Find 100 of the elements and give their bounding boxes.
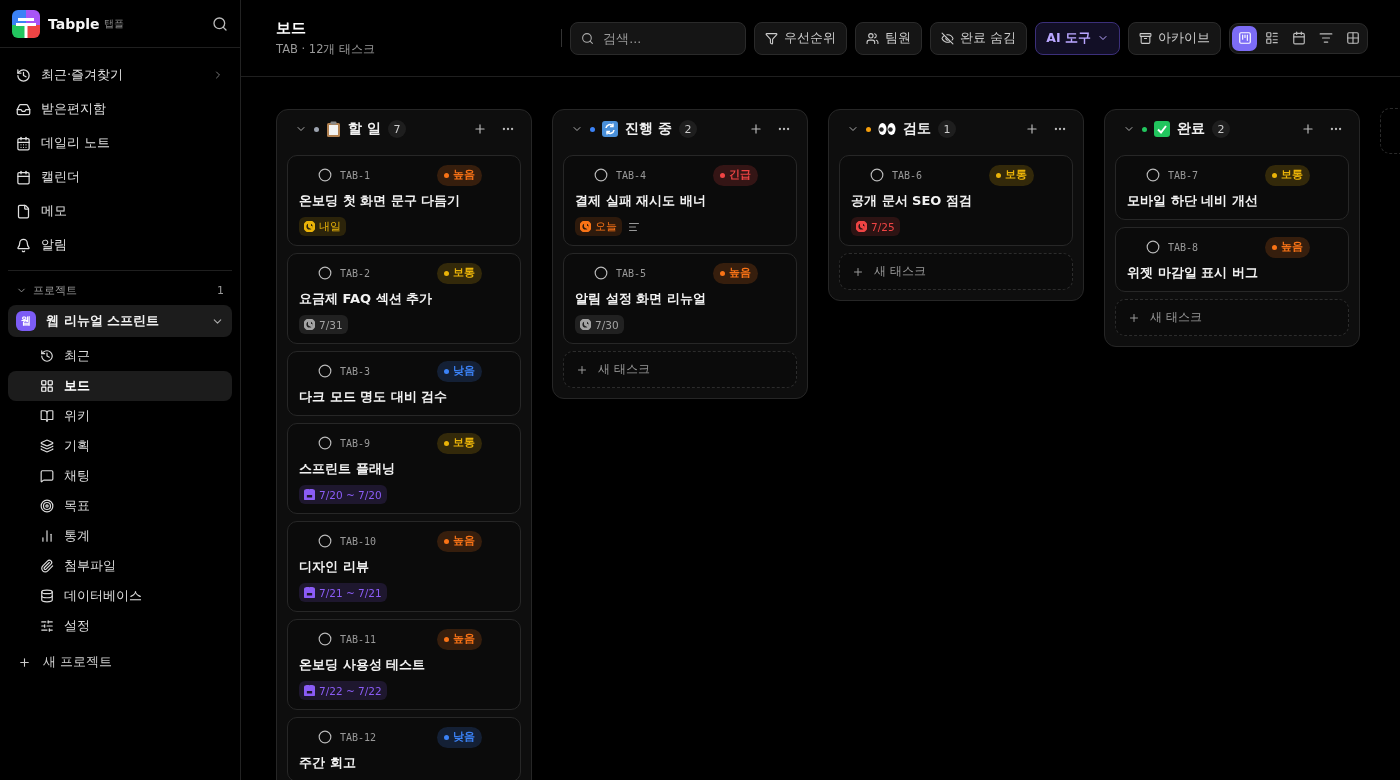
- refresh-icon: [602, 121, 618, 137]
- calendar-icon: [16, 135, 31, 151]
- due-date-chip: 7/30: [575, 315, 624, 334]
- task-title: 요금제 FAQ 섹션 추가: [299, 290, 434, 308]
- task-card[interactable]: TAB-11 높음 온보딩 사용성 테스트 7/22 ~ 7/22: [287, 619, 521, 710]
- task-title: 알림 설정 화면 리뉴얼: [575, 290, 707, 308]
- task-id: TAB-9: [340, 437, 371, 449]
- new-task-button[interactable]: 새 태스크: [1115, 299, 1349, 336]
- task-title: 다크 모드 명도 대비 검수: [299, 388, 449, 406]
- chat-icon: [40, 469, 54, 483]
- add-button[interactable]: [1025, 122, 1039, 136]
- new-project-button[interactable]: 새 프로젝트: [8, 647, 232, 677]
- circle-icon[interactable]: [318, 168, 332, 182]
- toolbar-button[interactable]: 팀원: [855, 21, 923, 55]
- toolbar-button[interactable]: 아카이브: [1128, 21, 1221, 55]
- project-page-item[interactable]: 첨부파일: [8, 551, 232, 581]
- task-card[interactable]: TAB-8 높음 위젯 마감일 표시 버그: [1115, 227, 1349, 292]
- column-title: 검토: [903, 120, 931, 138]
- filter-icon: [765, 31, 779, 45]
- archive-icon: [1139, 31, 1152, 45]
- plus-icon: [1301, 122, 1315, 136]
- project-page-item[interactable]: 보드: [8, 371, 232, 401]
- priority-badge: 긴급: [713, 164, 758, 186]
- plus-icon: [749, 122, 763, 136]
- circle-icon[interactable]: [318, 364, 332, 378]
- task-title: 모바일 하단 네비 개선: [1127, 192, 1259, 210]
- view-button[interactable]: [1232, 25, 1257, 51]
- circle-icon[interactable]: [318, 266, 332, 280]
- nav-item[interactable]: 받은편지함: [8, 92, 232, 126]
- project-page-item[interactable]: 채팅: [8, 461, 232, 491]
- circle-icon[interactable]: [1146, 240, 1160, 254]
- plus-icon: [852, 265, 864, 278]
- task-card[interactable]: TAB-4 긴급 결제 실패 재시도 배너 오늘: [563, 155, 797, 246]
- task-card[interactable]: TAB-6 보통 공개 문서 SEO 점검 7/25: [839, 155, 1073, 246]
- due-date-chip: 내일: [299, 217, 346, 236]
- circle-icon[interactable]: [870, 168, 884, 182]
- task-id: TAB-4: [616, 169, 647, 181]
- eyes-icon: [878, 122, 896, 136]
- task-count: 1: [938, 120, 956, 138]
- new-task-button[interactable]: 새 태스크: [839, 253, 1073, 290]
- due-date-chip: 7/25: [851, 217, 900, 236]
- paperclip-icon: [40, 559, 54, 573]
- priority-badge: 높음: [1265, 236, 1310, 258]
- nav-item[interactable]: 최근·즐겨찾기: [8, 58, 232, 92]
- task-card[interactable]: TAB-1 높음 온보딩 첫 화면 문구 다듬기 내일: [287, 155, 521, 246]
- column-title: 할 일: [348, 120, 381, 138]
- circle-icon[interactable]: [594, 168, 608, 182]
- task-card[interactable]: TAB-10 높음 디자인 리뷰 7/21 ~ 7/21: [287, 521, 521, 612]
- add-button[interactable]: [473, 122, 487, 136]
- project-page-item[interactable]: 데이터베이스: [8, 581, 232, 611]
- project-page-item[interactable]: 위키: [8, 401, 232, 431]
- project-page-item[interactable]: 최근: [8, 341, 232, 371]
- priority-badge: 높음: [437, 628, 482, 650]
- toolbar-button[interactable]: 우선순위: [754, 21, 848, 55]
- nav-item[interactable]: 메모: [8, 194, 232, 228]
- task-id: TAB-6: [892, 169, 923, 181]
- task-id: TAB-3: [340, 365, 371, 377]
- circle-icon[interactable]: [318, 436, 332, 450]
- history-icon: [40, 349, 54, 363]
- circle-icon[interactable]: [1146, 168, 1160, 182]
- project-item[interactable]: 웹 웹 리뉴얼 스프린트: [8, 305, 232, 337]
- new-task-button[interactable]: 새 태스크: [563, 351, 797, 388]
- toolbar-button[interactable]: 완료 숨김: [930, 21, 1028, 55]
- add-button[interactable]: [1301, 122, 1315, 136]
- app-name: Tabple: [48, 15, 100, 32]
- list-icon: [1264, 31, 1279, 45]
- circle-icon[interactable]: [594, 266, 608, 280]
- add-button[interactable]: [749, 122, 763, 136]
- search-field[interactable]: 검색...: [570, 21, 747, 55]
- toolbar-button[interactable]: AI 도구: [1035, 21, 1120, 55]
- project-page-item[interactable]: 기획: [8, 431, 232, 461]
- due-date-chip: 7/31: [299, 315, 348, 334]
- due-date-chip: 7/22 ~ 7/22: [299, 681, 387, 700]
- task-card[interactable]: TAB-9 보통 스프린트 플래닝 7/20 ~ 7/20: [287, 423, 521, 514]
- priority-badge: 높음: [437, 164, 482, 186]
- settings-icon: [40, 619, 54, 633]
- calendar-icon: [16, 169, 31, 185]
- project-page-item[interactable]: 설정: [8, 611, 232, 641]
- search-button[interactable]: [212, 15, 228, 32]
- circle-icon[interactable]: [318, 632, 332, 646]
- task-card[interactable]: TAB-7 보통 모바일 하단 네비 개선: [1115, 155, 1349, 220]
- task-card[interactable]: TAB-12 낮음 주간 회고: [287, 717, 521, 780]
- nav-item[interactable]: 데일리 노트: [8, 126, 232, 160]
- plus-icon: [18, 655, 31, 669]
- due-date-chip: 오늘: [575, 217, 622, 236]
- task-title: 디자인 리뷰: [299, 558, 370, 576]
- project-page-item[interactable]: 통계: [8, 521, 232, 551]
- task-card[interactable]: TAB-3 낮음 다크 모드 명도 대비 검수: [287, 351, 521, 416]
- nav-item[interactable]: 알림: [8, 228, 232, 262]
- task-card[interactable]: TAB-5 높음 알림 설정 화면 리뉴얼 7/30: [563, 253, 797, 344]
- task-count: 2: [1212, 120, 1230, 138]
- database-icon: [40, 589, 54, 603]
- nav-item[interactable]: 캘린더: [8, 160, 232, 194]
- task-card[interactable]: TAB-2 보통 요금제 FAQ 섹션 추가 7/31: [287, 253, 521, 344]
- plus-icon: [576, 363, 588, 376]
- layers-icon: [40, 439, 54, 453]
- project-page-item[interactable]: 목표: [8, 491, 232, 521]
- column-title: 진행 중: [625, 120, 672, 138]
- circle-icon[interactable]: [318, 730, 332, 744]
- circle-icon[interactable]: [318, 534, 332, 548]
